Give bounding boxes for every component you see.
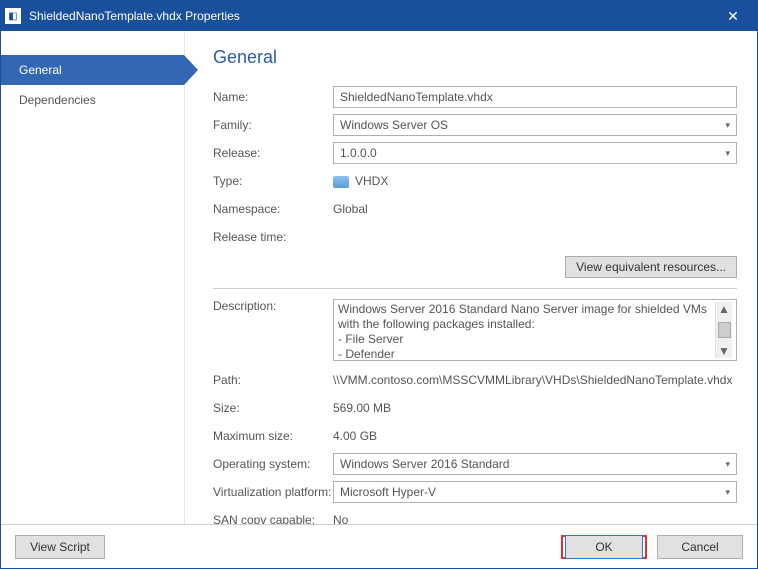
close-icon[interactable]: ✕ [713, 1, 753, 31]
scroll-down-icon[interactable]: ▼ [718, 344, 730, 358]
scroll-thumb[interactable] [718, 322, 731, 338]
chevron-down-icon: ▾ [725, 120, 730, 131]
label-path: Path: [213, 373, 333, 387]
virt-select[interactable]: Microsoft Hyper-V ▾ [333, 481, 737, 503]
label-virt: Virtualization platform: [213, 485, 333, 499]
view-equivalent-button[interactable]: View equivalent resources... [565, 256, 737, 278]
divider [213, 288, 737, 289]
size-value: 569.00 MB [333, 401, 737, 415]
chevron-down-icon: ▾ [725, 459, 730, 470]
titlebar: ◧ ShieldedNanoTemplate.vhdx Properties ✕ [1, 1, 757, 31]
scroll-up-icon[interactable]: ▲ [718, 302, 730, 316]
disk-icon [333, 176, 349, 188]
page-heading: General [213, 47, 737, 68]
ok-button[interactable]: OK [565, 535, 643, 559]
label-size: Size: [213, 401, 333, 415]
family-value: Windows Server OS [340, 118, 448, 132]
label-os: Operating system: [213, 457, 333, 471]
chevron-down-icon: ▾ [725, 487, 730, 498]
label-san: SAN copy capable: [213, 513, 333, 524]
virt-value: Microsoft Hyper-V [340, 485, 436, 499]
ok-highlight: OK [561, 535, 647, 559]
footer: View Script OK Cancel [1, 524, 757, 568]
label-max-size: Maximum size: [213, 429, 333, 443]
family-select[interactable]: Windows Server OS ▾ [333, 114, 737, 136]
window-title: ShieldedNanoTemplate.vhdx Properties [29, 9, 713, 23]
san-value: No [333, 513, 737, 524]
release-select[interactable]: 1.0.0.0 ▾ [333, 142, 737, 164]
os-select[interactable]: Windows Server 2016 Standard ▾ [333, 453, 737, 475]
label-release: Release: [213, 146, 333, 160]
cancel-button[interactable]: Cancel [657, 535, 743, 559]
namespace-value: Global [333, 202, 737, 216]
view-script-button[interactable]: View Script [15, 535, 105, 559]
tab-dependencies[interactable]: Dependencies [1, 85, 184, 115]
description-textarea[interactable]: Windows Server 2016 Standard Nano Server… [333, 299, 737, 361]
label-family: Family: [213, 118, 333, 132]
chevron-down-icon: ▾ [725, 148, 730, 159]
scrollbar[interactable]: ▲▼ [715, 302, 732, 358]
release-value: 1.0.0.0 [340, 146, 377, 160]
name-input[interactable] [333, 86, 737, 108]
label-type: Type: [213, 174, 333, 188]
label-namespace: Namespace: [213, 202, 333, 216]
content-panel: General Name: Family: Windows Server OS ▾… [185, 31, 757, 524]
max-size-value: 4.00 GB [333, 429, 737, 443]
label-release-time: Release time: [213, 230, 333, 244]
label-name: Name: [213, 90, 333, 104]
path-value: \\VMM.contoso.com\MSSCVMMLibrary\VHDs\Sh… [333, 373, 737, 387]
tab-dependencies-label: Dependencies [19, 93, 96, 107]
os-value: Windows Server 2016 Standard [340, 457, 509, 471]
sidebar: General Dependencies [1, 31, 185, 524]
description-text: Windows Server 2016 Standard Nano Server… [338, 302, 715, 358]
tab-general-label: General [19, 63, 62, 77]
type-value: VHDX [333, 174, 737, 188]
app-icon: ◧ [5, 8, 21, 24]
label-description: Description: [213, 299, 333, 313]
tab-general[interactable]: General [1, 55, 184, 85]
